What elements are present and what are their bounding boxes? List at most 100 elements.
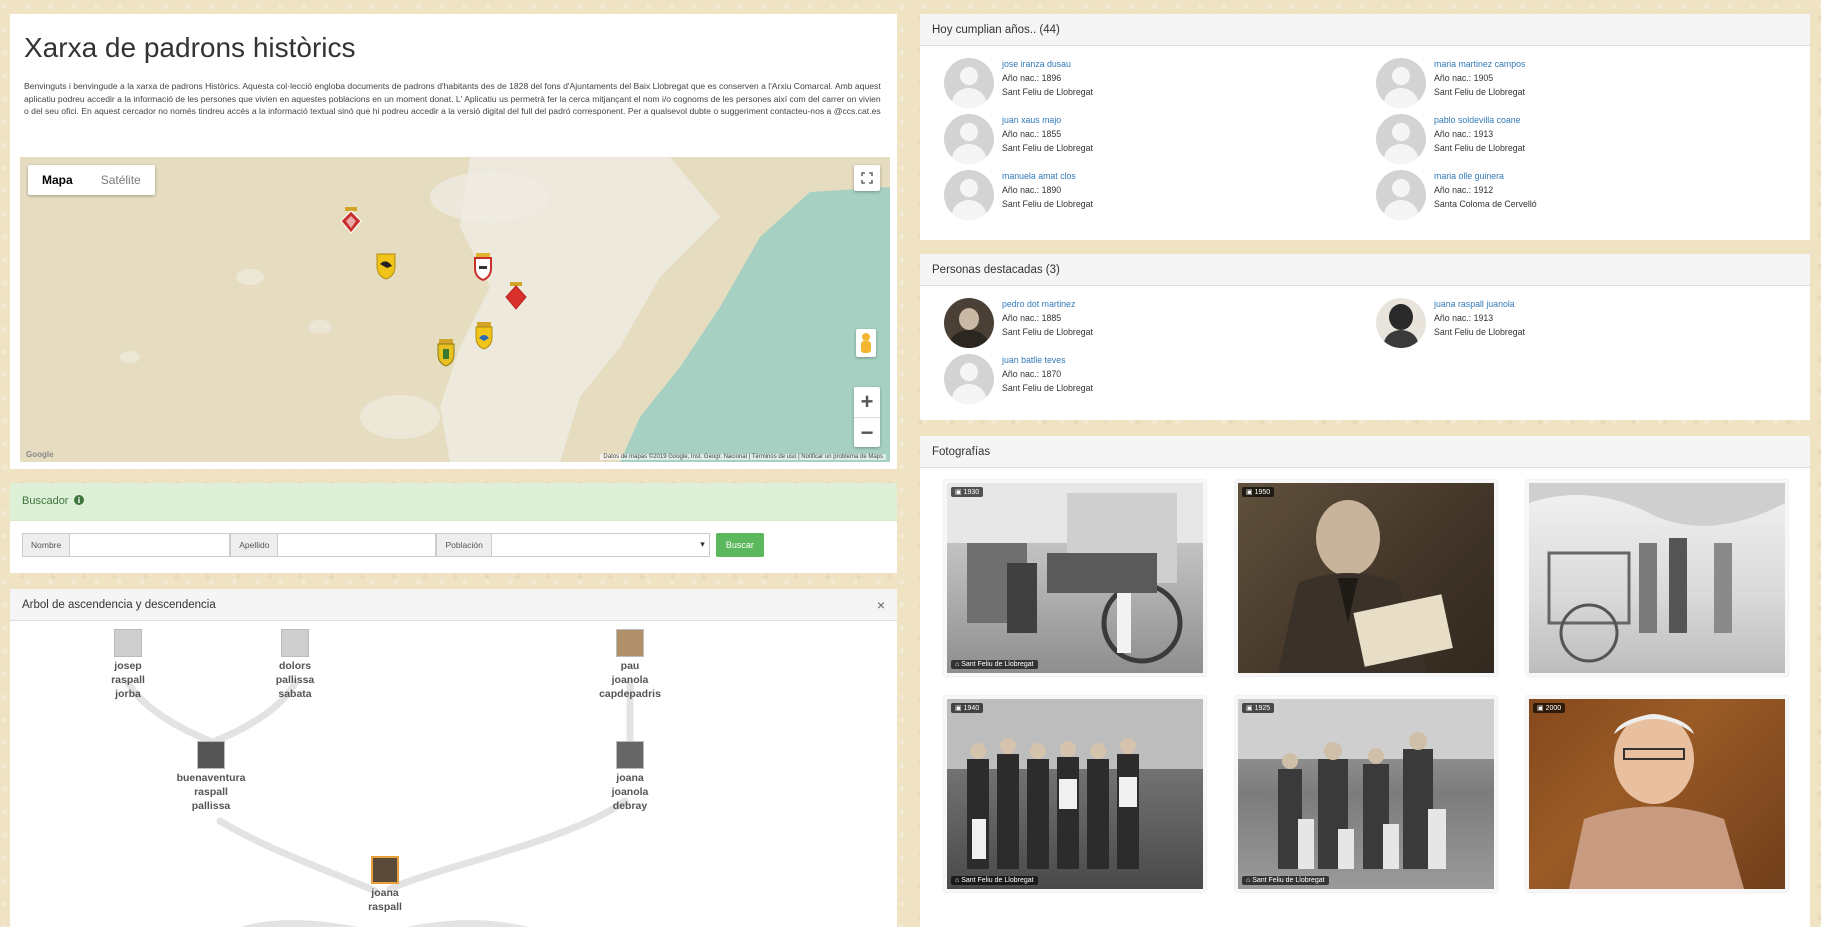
photo-thumbnail[interactable]: ▣ 2000	[1526, 696, 1788, 892]
birth-place: Sant Feliu de Llobregat	[1434, 327, 1525, 337]
person-name-link[interactable]: pedro dot martinez	[1002, 297, 1093, 311]
photos-header: Fotografías	[920, 436, 1810, 468]
population-label: Población	[436, 533, 492, 557]
photo-thumbnail[interactable]	[1526, 480, 1788, 676]
person-name-link[interactable]: maria olle guinera	[1434, 169, 1537, 183]
zoom-out-button[interactable]: −	[854, 417, 880, 447]
birth-place: Sant Feliu de Llobregat	[1002, 199, 1093, 209]
family-tree-panel: Arbol de ascendencia y descendencia × jo…	[10, 589, 897, 927]
photo-image	[947, 483, 1203, 664]
info-circle-icon[interactable]	[73, 495, 84, 505]
birth-year: Año nac.: 1912	[1434, 185, 1494, 195]
map-type-map-button[interactable]: Mapa	[28, 165, 87, 195]
google-logo: Google	[26, 450, 54, 459]
birth-year: Año nac.: 1896	[1002, 73, 1062, 83]
tree-node[interactable]: josep raspall jorba	[73, 629, 183, 701]
tree-node[interactable]: pau joanola capdepadris	[575, 629, 685, 701]
photo-year-badge: ▣ 1940	[951, 703, 984, 713]
avatar[interactable]	[944, 114, 994, 164]
person-name-link[interactable]: juan xaus majo	[1002, 113, 1093, 127]
street-view-pegman-icon[interactable]	[856, 329, 876, 357]
town-marker-yellow-bird-icon[interactable]	[375, 252, 397, 280]
map-type-satellite-button[interactable]: Satélite	[87, 165, 155, 195]
map-canvas[interactable]	[20, 157, 890, 462]
surname-input[interactable]	[278, 533, 437, 557]
person-placeholder-icon	[281, 629, 309, 657]
tree-node-name: dolors pallissa sabata	[275, 660, 315, 700]
tree-node[interactable]: joana joanola debray	[575, 741, 685, 813]
person-card: jose iranza dusau Año nac.: 1896 Sant Fe…	[944, 56, 1364, 111]
fullscreen-button[interactable]	[854, 165, 880, 191]
map-attribution[interactable]: Datos de mapas ©2019 Google, Inst. Geogr…	[600, 454, 886, 460]
search-button[interactable]: Buscar	[715, 533, 764, 557]
search-header: Buscador	[10, 483, 897, 521]
avatar[interactable]	[1376, 170, 1426, 220]
photo-image	[1529, 699, 1785, 889]
photo-thumbnail[interactable]: ▣ 1940 ⌂ Sant Feliu de Llobregat	[944, 696, 1206, 892]
person-card: juan xaus majo Año nac.: 1855 Sant Feliu…	[944, 112, 1364, 167]
avatar[interactable]	[944, 170, 994, 220]
person-name-link[interactable]: juana raspall juanola	[1434, 297, 1525, 311]
person-name-link[interactable]: juan batlle teves	[1002, 353, 1093, 367]
tree-node-selected[interactable]: joana raspall	[330, 856, 440, 914]
photo-image	[947, 699, 1203, 869]
photo-thumbnail[interactable]: ▣ 1950	[1235, 480, 1497, 676]
notable-people-panel: Personas destacadas (3) pedro dot martin…	[920, 254, 1810, 420]
person-photo	[616, 741, 644, 769]
birth-year: Año nac.: 1905	[1434, 73, 1494, 83]
birth-place: Sant Feliu de Llobregat	[1002, 87, 1093, 97]
birth-place: Sant Feliu de Llobregat	[1002, 383, 1093, 393]
population-select[interactable]	[491, 533, 710, 557]
town-marker-yellow-blue-icon[interactable]	[473, 322, 495, 350]
birth-place: Sant Feliu de Llobregat	[1434, 87, 1525, 97]
person-name-link[interactable]: maria martinez campos	[1434, 57, 1525, 71]
person-placeholder-icon	[114, 629, 142, 657]
avatar[interactable]	[944, 58, 994, 108]
birth-year: Año nac.: 1870	[1002, 369, 1062, 379]
tree-node[interactable]: buenaventura raspall pallissa	[156, 741, 266, 813]
tree-link	[407, 920, 529, 927]
surname-label: Apellido	[230, 533, 279, 557]
person-photo	[197, 741, 225, 769]
photo-location-badge: ⌂ Sant Feliu de Llobregat	[951, 876, 1038, 885]
town-marker-red-diamond-2-icon[interactable]	[505, 282, 527, 310]
avatar[interactable]	[944, 298, 994, 348]
birth-year: Año nac.: 1855	[1002, 129, 1062, 139]
close-icon[interactable]: ×	[877, 589, 885, 621]
town-marker-white-shield-icon[interactable]	[472, 253, 494, 281]
town-marker-red-diamond-icon[interactable]	[340, 207, 362, 235]
page-title: Xarxa de padrons històrics	[24, 32, 356, 63]
family-tree-title: Arbol de ascendencia y descendencia	[22, 599, 216, 611]
person-name-link[interactable]: pablo soldevilla coane	[1434, 113, 1525, 127]
name-input[interactable]	[70, 533, 231, 557]
person-name-link[interactable]: manuela amat clos	[1002, 169, 1093, 183]
birthdays-header: Hoy cumplian años.. (44)	[920, 14, 1810, 46]
birth-year: Año nac.: 1913	[1434, 313, 1494, 323]
notable-people-header: Personas destacadas (3)	[920, 254, 1810, 286]
tree-node[interactable]: dolors pallissa sabata	[240, 629, 350, 701]
photos-title: Fotografías	[932, 446, 991, 458]
person-name-link[interactable]: jose iranza dusau	[1002, 57, 1093, 71]
photo-location-badge: ⌂ Sant Feliu de Llobregat	[1242, 876, 1329, 885]
map[interactable]: Mapa Satélite + − Google Datos de mapas …	[20, 157, 890, 462]
tree-node-name: pau joanola capdepadris	[599, 660, 661, 700]
person-card: juan batlle teves Año nac.: 1870 Sant Fe…	[944, 352, 1364, 407]
birth-year: Año nac.: 1885	[1002, 313, 1062, 323]
name-label: Nombre	[22, 533, 71, 557]
avatar[interactable]	[1376, 298, 1426, 348]
photo-thumbnail[interactable]: ▣ 1930 ⌂ Sant Feliu de Llobregat	[944, 480, 1206, 676]
avatar[interactable]	[944, 354, 994, 404]
person-card: maria martinez campos Año nac.: 1905 San…	[1376, 56, 1796, 111]
person-card: pablo soldevilla coane Año nac.: 1913 Sa…	[1376, 112, 1796, 167]
notable-people-title: Personas destacadas (3)	[932, 264, 1060, 276]
person-card: juana raspall juanola Año nac.: 1913 San…	[1376, 296, 1796, 351]
avatar[interactable]	[1376, 58, 1426, 108]
zoom-in-button[interactable]: +	[854, 387, 880, 417]
fullscreen-icon	[861, 172, 873, 184]
person-photo	[616, 629, 644, 657]
birth-year: Año nac.: 1913	[1434, 129, 1494, 139]
zoom-control: + −	[854, 387, 880, 447]
avatar[interactable]	[1376, 114, 1426, 164]
town-marker-yellow-green-icon[interactable]	[435, 339, 457, 367]
photo-thumbnail[interactable]: ▣ 1925 ⌂ Sant Feliu de Llobregat	[1235, 696, 1497, 892]
